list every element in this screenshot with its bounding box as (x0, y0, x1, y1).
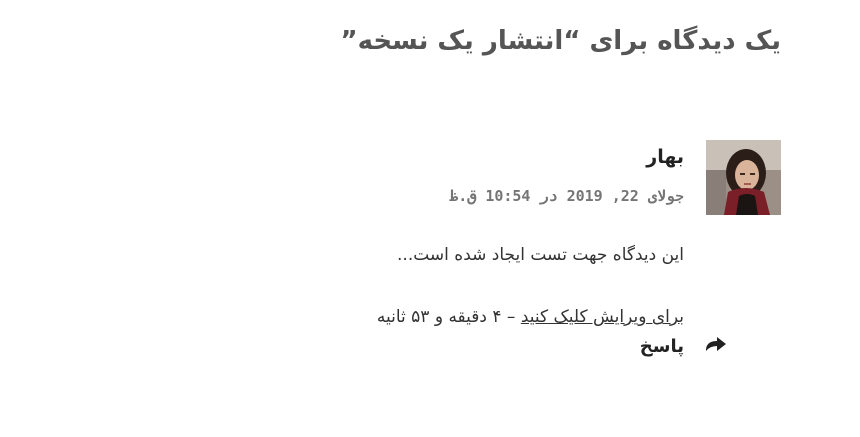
page-title: یک دیدگاه برای “انتشار یک نسخه” (340, 26, 781, 56)
edit-line: برای ویرایش کلیک کنید – ۴ دقیقه و ۵۳ ثان… (377, 307, 684, 327)
comment: بهار جولای 22, 2019 در 10:54 ق.ظ این دید… (0, 140, 860, 400)
edit-link[interactable]: برای ویرایش کلیک کنید (521, 307, 684, 327)
comment-text: این دیدگاه جهت تست ایجاد شده است... (397, 245, 684, 265)
avatar (706, 140, 781, 215)
reply-button[interactable]: پاسخ (640, 336, 684, 357)
edit-time-note: – ۴ دقیقه و ۵۳ ثانیه (376, 307, 521, 327)
avatar-photo-icon (706, 140, 781, 215)
reply-arrow-icon[interactable] (705, 337, 727, 355)
comment-author[interactable]: بهار (646, 146, 684, 168)
comment-date[interactable]: جولای 22, 2019 در 10:54 ق.ظ (449, 187, 684, 205)
